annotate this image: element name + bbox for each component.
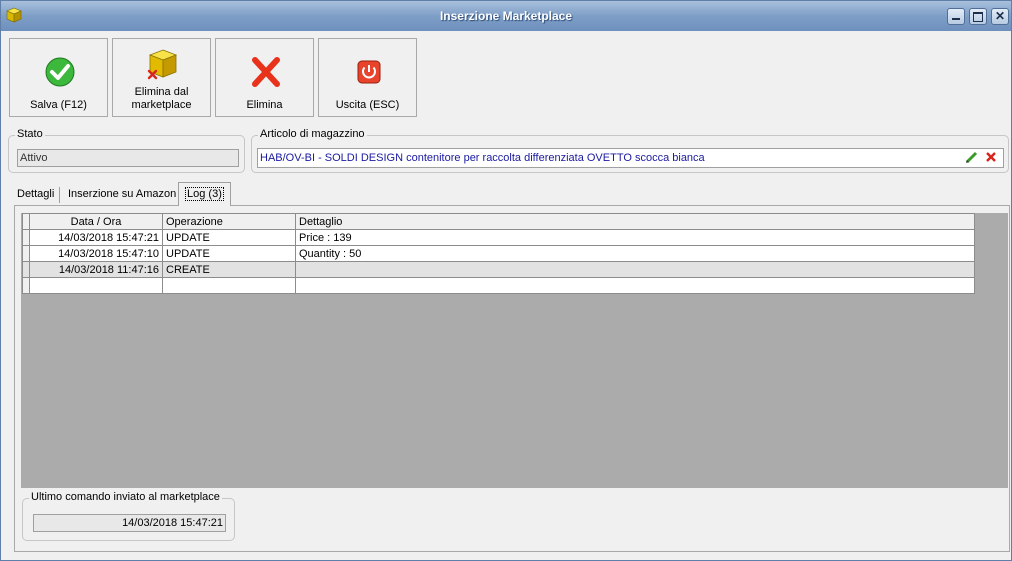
window-title: Inserzione Marketplace: [439, 9, 573, 23]
main-window: Inserzione Marketplace ✕ Salva (F12) Eli…: [0, 0, 1012, 561]
minimize-icon: [952, 18, 960, 20]
column-header-date[interactable]: Data / Ora: [29, 213, 163, 230]
power-icon: [357, 60, 381, 84]
red-x-icon: [252, 57, 280, 87]
cell-date-empty: [29, 277, 163, 294]
cell-date: 14/03/2018 15:47:21: [29, 229, 163, 246]
cell-detail: Quantity : 50: [295, 245, 975, 262]
tab-log-label: Log (3): [185, 187, 224, 201]
cube-delete-icon: [147, 49, 178, 80]
row-indicator: [22, 261, 30, 278]
last-command-label: Ultimo comando inviato al marketplace: [29, 491, 222, 503]
save-button[interactable]: Salva (F12): [9, 38, 108, 117]
cell-date: 14/03/2018 15:47:10: [29, 245, 163, 262]
exit-label: Uscita (ESC): [335, 99, 400, 111]
status-group-label: Stato: [15, 128, 45, 140]
save-label: Salva (F12): [30, 99, 87, 111]
row-indicator: [22, 229, 30, 246]
column-header-detail[interactable]: Dettaglio: [295, 213, 975, 230]
tab-amazon[interactable]: Inserzione su Amazon: [62, 185, 182, 205]
close-icon: ✕: [995, 9, 1006, 23]
maximize-button[interactable]: [969, 8, 987, 25]
table-row-new[interactable]: [22, 277, 975, 294]
remove-label-line2: marketplace: [131, 99, 192, 111]
table-row[interactable]: 14/03/2018 15:47:10 UPDATE Quantity : 50: [22, 245, 975, 262]
row-indicator: [22, 245, 30, 262]
checkmark-icon: [45, 57, 75, 87]
minimize-button[interactable]: [947, 8, 965, 25]
table-row[interactable]: 14/03/2018 11:47:16 CREATE: [22, 261, 975, 278]
cell-detail-empty: [295, 277, 975, 294]
tab-dettagli[interactable]: Dettagli: [11, 185, 60, 205]
remove-from-marketplace-button[interactable]: Elimina dal marketplace: [112, 38, 211, 117]
remove-label-line1: Elimina dal: [134, 86, 189, 98]
status-field: Attivo: [17, 149, 239, 167]
cell-operation: UPDATE: [162, 245, 296, 262]
cell-date: 14/03/2018 11:47:16: [29, 261, 163, 278]
cell-detail: [295, 261, 975, 278]
article-field[interactable]: HAB/OV-BI - SOLDI DESIGN contenitore per…: [257, 148, 1004, 168]
cell-operation: CREATE: [162, 261, 296, 278]
delete-button[interactable]: Elimina: [215, 38, 314, 117]
tab-separator: [59, 187, 60, 203]
edit-pencil-icon[interactable]: [965, 150, 979, 164]
tab-log[interactable]: Log (3): [178, 182, 231, 206]
maximize-icon: [973, 12, 983, 22]
column-header-operation[interactable]: Operazione: [162, 213, 296, 230]
row-indicator: [22, 277, 30, 294]
last-command-field: 14/03/2018 15:47:21: [33, 514, 226, 532]
log-table: Data / Ora Operazione Dettaglio 14/03/20…: [22, 213, 975, 294]
clear-x-icon[interactable]: [985, 151, 997, 163]
cell-operation-empty: [162, 277, 296, 294]
delete-label: Elimina: [246, 99, 283, 111]
cell-detail: Price : 139: [295, 229, 975, 246]
header-indicator: [22, 213, 30, 230]
close-button[interactable]: ✕: [991, 8, 1009, 25]
cell-operation: UPDATE: [162, 229, 296, 246]
exit-button[interactable]: Uscita (ESC): [318, 38, 417, 117]
remove-label: Elimina dal marketplace: [113, 86, 210, 112]
title-bar: Inserzione Marketplace ✕: [1, 1, 1011, 31]
article-group-label: Articolo di magazzino: [258, 128, 367, 140]
table-row[interactable]: 14/03/2018 15:47:21 UPDATE Price : 139: [22, 229, 975, 246]
article-value: HAB/OV-BI - SOLDI DESIGN contenitore per…: [260, 152, 705, 164]
